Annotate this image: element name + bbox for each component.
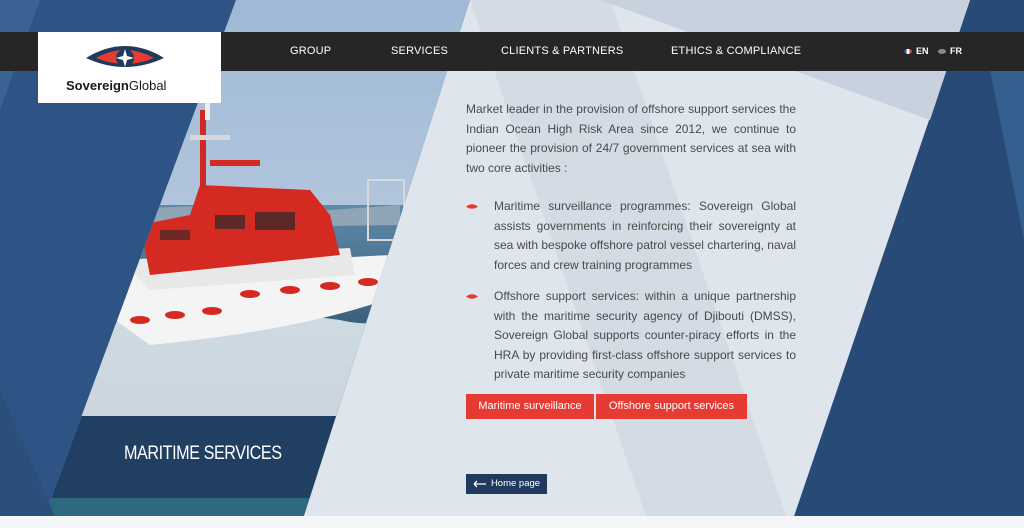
eye-bullet-icon xyxy=(466,204,478,209)
language-fr[interactable]: FR xyxy=(938,32,962,71)
nav-item-clients-partners[interactable]: CLIENTS & PARTNERS xyxy=(501,32,623,71)
bullet-item: Maritime surveillance programmes: Sovere… xyxy=(466,197,796,275)
home-page-button[interactable]: Home page xyxy=(466,474,547,494)
maritime-surveillance-button[interactable]: Maritime surveillance xyxy=(466,394,594,419)
eye-bullet-icon xyxy=(466,294,478,299)
nav-item-ethics-compliance[interactable]: ETHICS & COMPLIANCE xyxy=(671,32,801,71)
flag-gray-icon xyxy=(938,49,946,54)
home-page-label: Home page xyxy=(490,478,541,489)
offshore-support-services-button[interactable]: Offshore support services xyxy=(596,394,747,419)
nav-item-services[interactable]: SERVICES xyxy=(391,32,448,71)
content-panel: Market leader in the provision of offsho… xyxy=(466,100,796,385)
logo[interactable]: SovereignGlobal xyxy=(38,32,221,103)
bullet-item: Offshore support services: within a uniq… xyxy=(466,287,796,385)
intro-paragraph: Market leader in the provision of offsho… xyxy=(466,102,796,175)
section-title: MARITIME SERVICES xyxy=(124,443,282,464)
language-en-label: EN xyxy=(916,46,929,56)
eye-logo-icon xyxy=(86,46,164,67)
language-en[interactable]: EN xyxy=(904,32,929,71)
flag-fr-icon xyxy=(904,49,912,54)
nav-item-group[interactable]: GROUP xyxy=(290,32,331,71)
arrow-left-icon xyxy=(473,480,486,488)
bullet-text: Offshore support services: within a uniq… xyxy=(494,289,796,381)
logo-wordmark: SovereignGlobal xyxy=(66,78,167,93)
bullet-text: Maritime surveillance programmes: Sovere… xyxy=(494,199,796,272)
language-fr-label: FR xyxy=(950,46,962,56)
